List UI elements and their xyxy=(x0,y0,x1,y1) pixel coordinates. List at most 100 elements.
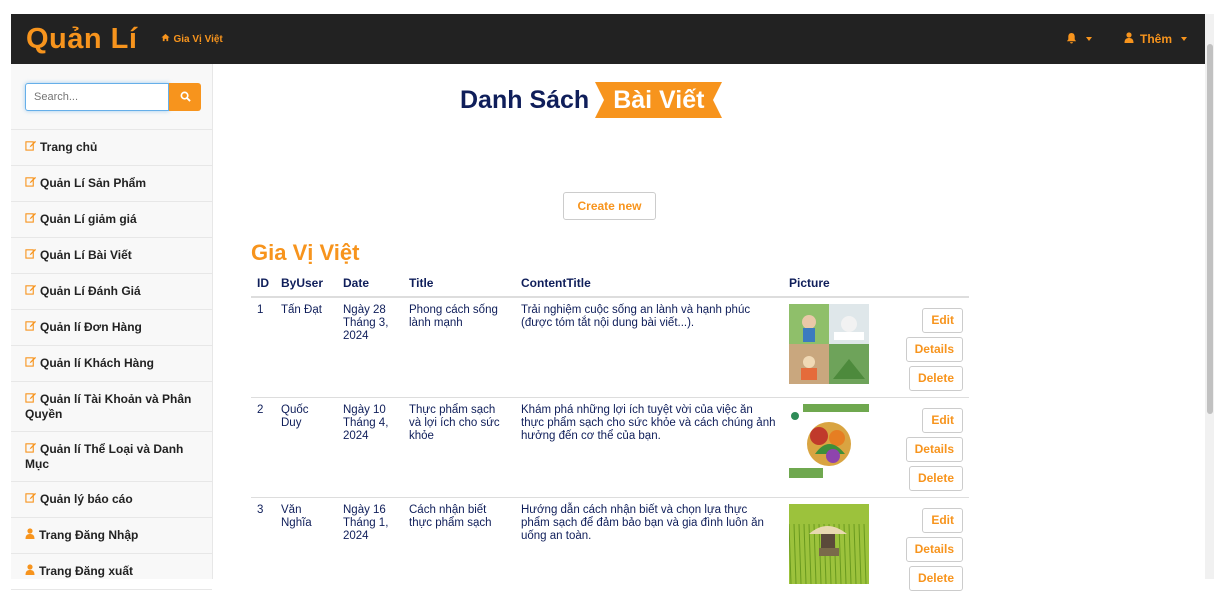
cell-id: 1 xyxy=(251,297,275,398)
scrollbar[interactable] xyxy=(1205,14,1214,579)
sidebar-item[interactable]: Trang Đăng Nhập xyxy=(11,518,212,554)
edit-icon xyxy=(25,250,36,262)
cell-contenttitle: Hướng dẫn cách nhận biết và chọn lựa thự… xyxy=(515,498,783,597)
caret-down-icon xyxy=(1086,37,1092,41)
sidebar-item[interactable]: Quản Lí Bài Viết xyxy=(11,238,212,274)
search-input[interactable] xyxy=(25,83,169,111)
cell-picture xyxy=(783,297,879,398)
column-header-contenttitle: ContentTitle xyxy=(515,270,783,297)
column-header-title: Title xyxy=(403,270,515,297)
navbar: Quản Lí Gia Vị Việt Thêm xyxy=(11,14,1205,64)
page-title-ribbon: Bài Viết xyxy=(595,82,722,118)
edit-button[interactable]: Edit xyxy=(922,508,963,533)
post-thumbnail-image xyxy=(789,304,873,384)
home-icon xyxy=(161,33,170,45)
section-title: Gia Vị Việt xyxy=(251,240,359,266)
edit-icon xyxy=(25,286,36,298)
edit-icon xyxy=(25,494,36,506)
scrollbar-thumb[interactable] xyxy=(1207,44,1213,414)
home-link-label: Gia Vị Việt xyxy=(173,34,222,45)
post-thumbnail-image xyxy=(789,404,873,484)
edit-icon xyxy=(25,178,36,190)
cell-byuser: Tấn Đạt xyxy=(275,297,337,398)
notifications-dropdown[interactable] xyxy=(1066,32,1092,47)
search-icon xyxy=(180,91,191,102)
sidebar-item-label: Quản lí Khách Hàng xyxy=(40,356,154,370)
more-dropdown[interactable]: Thêm xyxy=(1124,32,1187,46)
column-header-picture: Picture xyxy=(783,270,879,297)
cell-actions: Edit Details Delete xyxy=(879,297,969,398)
sidebar-item[interactable]: Quản Lí giảm giá xyxy=(11,202,212,238)
details-button[interactable]: Details xyxy=(906,537,963,562)
search-button[interactable] xyxy=(169,83,201,111)
cell-title: Thực phẩm sạch và lợi ích cho sức khỏe xyxy=(403,398,515,498)
cell-picture xyxy=(783,398,879,498)
column-header-date: Date xyxy=(337,270,403,297)
cell-picture xyxy=(783,498,879,597)
column-header-byuser: ByUser xyxy=(275,270,337,297)
sidebar-item-label: Quản Lí Đánh Giá xyxy=(40,284,141,298)
edit-icon xyxy=(25,142,36,154)
page-title-part1: Danh Sách xyxy=(460,86,589,115)
cell-actions: Edit Details Delete xyxy=(879,398,969,498)
table-row: 3Văn NghĩaNgày 16 Tháng 1, 2024Cách nhận… xyxy=(251,498,969,597)
sidebar-item[interactable]: Quản lí Tài Khoản và Phân Quyền xyxy=(11,382,212,432)
sidebar-item-label: Trang Đăng Nhập xyxy=(39,528,138,542)
delete-button[interactable]: Delete xyxy=(909,366,963,391)
table-row: 2Quốc DuyNgày 10 Tháng 4, 2024Thực phẩm … xyxy=(251,398,969,498)
post-thumbnail-image xyxy=(789,504,873,584)
cell-byuser: Quốc Duy xyxy=(275,398,337,498)
sidebar-item-label: Trang chủ xyxy=(40,140,97,154)
cell-title: Phong cách sống lành mạnh xyxy=(403,297,515,398)
create-new-button[interactable]: Create new xyxy=(563,192,656,220)
search-row xyxy=(11,64,212,130)
delete-button[interactable]: Delete xyxy=(909,466,963,491)
column-header-actions xyxy=(879,270,969,297)
sidebar-item[interactable]: Quản lí Thể Loại và Danh Mục xyxy=(11,432,212,482)
sidebar: Trang chủ Quản Lí Sản Phẩm Quản Lí giảm gi… xyxy=(11,64,213,579)
sidebar-item[interactable]: Quản lí Khách Hàng xyxy=(11,346,212,382)
sidebar-item[interactable]: Quản Lí Sản Phẩm xyxy=(11,166,212,202)
cell-contenttitle: Khám phá những lợi ích tuyệt vời của việ… xyxy=(515,398,783,498)
caret-down-icon xyxy=(1181,37,1187,41)
page-title: Danh Sách Bài Viết xyxy=(460,82,722,118)
sidebar-item[interactable]: Trang Đăng xuất xyxy=(11,554,212,590)
cell-date: Ngày 16 Tháng 1, 2024 xyxy=(337,498,403,597)
table-header-row: ID ByUser Date Title ContentTitle Pictur… xyxy=(251,270,969,297)
top-strip xyxy=(0,0,1214,14)
brand-title[interactable]: Quản Lí xyxy=(26,23,137,56)
details-button[interactable]: Details xyxy=(906,437,963,462)
edit-button[interactable]: Edit xyxy=(922,308,963,333)
edit-icon xyxy=(25,394,36,406)
column-header-id: ID xyxy=(251,270,275,297)
details-button[interactable]: Details xyxy=(906,337,963,362)
user-icon xyxy=(25,566,35,578)
sidebar-item-label: Quản Lí Sản Phẩm xyxy=(40,176,146,190)
cell-id: 3 xyxy=(251,498,275,597)
user-icon xyxy=(25,530,35,542)
edit-icon xyxy=(25,214,36,226)
home-link[interactable]: Gia Vị Việt xyxy=(161,33,222,45)
sidebar-item-label: Quản Lí Bài Viết xyxy=(40,248,132,262)
posts-table: ID ByUser Date Title ContentTitle Pictur… xyxy=(251,270,969,597)
sidebar-item-label: Quản lí Tài Khoản và Phân Quyền xyxy=(25,392,191,421)
cell-date: Ngày 28 Tháng 3, 2024 xyxy=(337,297,403,398)
cell-actions: EditDetailsDelete xyxy=(879,498,969,597)
main-content: Danh Sách Bài Viết Create new Gia Vị Việ… xyxy=(214,64,1204,579)
edit-icon xyxy=(25,322,36,334)
sidebar-item-label: Quản lí Thể Loại và Danh Mục xyxy=(25,442,183,471)
sidebar-item[interactable]: Quản lý báo cáo xyxy=(11,482,212,518)
bell-icon xyxy=(1066,32,1077,47)
edit-button[interactable]: Edit xyxy=(922,408,963,433)
sidebar-item[interactable]: Trang chủ xyxy=(11,130,212,166)
sidebar-item[interactable]: Quản Lí Đánh Giá xyxy=(11,274,212,310)
cell-title: Cách nhận biết thực phẩm sạch xyxy=(403,498,515,597)
sidebar-item-label: Trang Đăng xuất xyxy=(39,564,133,578)
cell-byuser: Văn Nghĩa xyxy=(275,498,337,597)
sidebar-item-label: Quản lí Đơn Hàng xyxy=(40,320,142,334)
edit-icon xyxy=(25,444,36,456)
cell-date: Ngày 10 Tháng 4, 2024 xyxy=(337,398,403,498)
user-icon xyxy=(1124,32,1134,46)
table-row: 1Tấn ĐạtNgày 28 Tháng 3, 2024Phong cách … xyxy=(251,297,969,398)
sidebar-item[interactable]: Quản lí Đơn Hàng xyxy=(11,310,212,346)
